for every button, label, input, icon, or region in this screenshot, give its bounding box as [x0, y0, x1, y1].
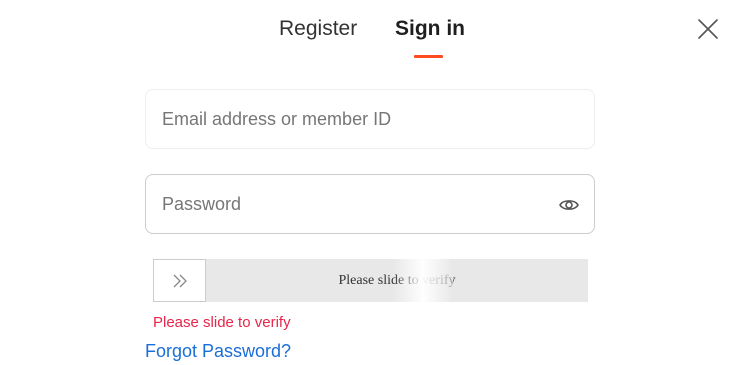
tab-sign-in[interactable]: Sign in	[395, 14, 465, 44]
password-field	[145, 174, 595, 234]
email-input[interactable]	[162, 90, 542, 148]
forgot-password-link[interactable]: Forgot Password?	[145, 339, 291, 363]
show-password-toggle[interactable]	[558, 194, 580, 216]
slider-text: Please slide to verify	[338, 273, 456, 288]
slide-to-verify: Please slide to verify	[153, 259, 588, 302]
verification-error: Please slide to verify	[153, 314, 291, 331]
auth-tabs: Register Sign in	[0, 14, 739, 64]
close-button[interactable]	[696, 17, 720, 41]
close-icon	[698, 19, 718, 39]
password-input[interactable]	[162, 175, 542, 233]
eye-icon	[559, 200, 579, 210]
slider-handle[interactable]	[153, 259, 206, 302]
tab-register[interactable]: Register	[279, 14, 357, 44]
double-chevron-right-icon	[173, 274, 187, 288]
email-field	[145, 89, 595, 149]
active-tab-indicator	[414, 55, 443, 58]
